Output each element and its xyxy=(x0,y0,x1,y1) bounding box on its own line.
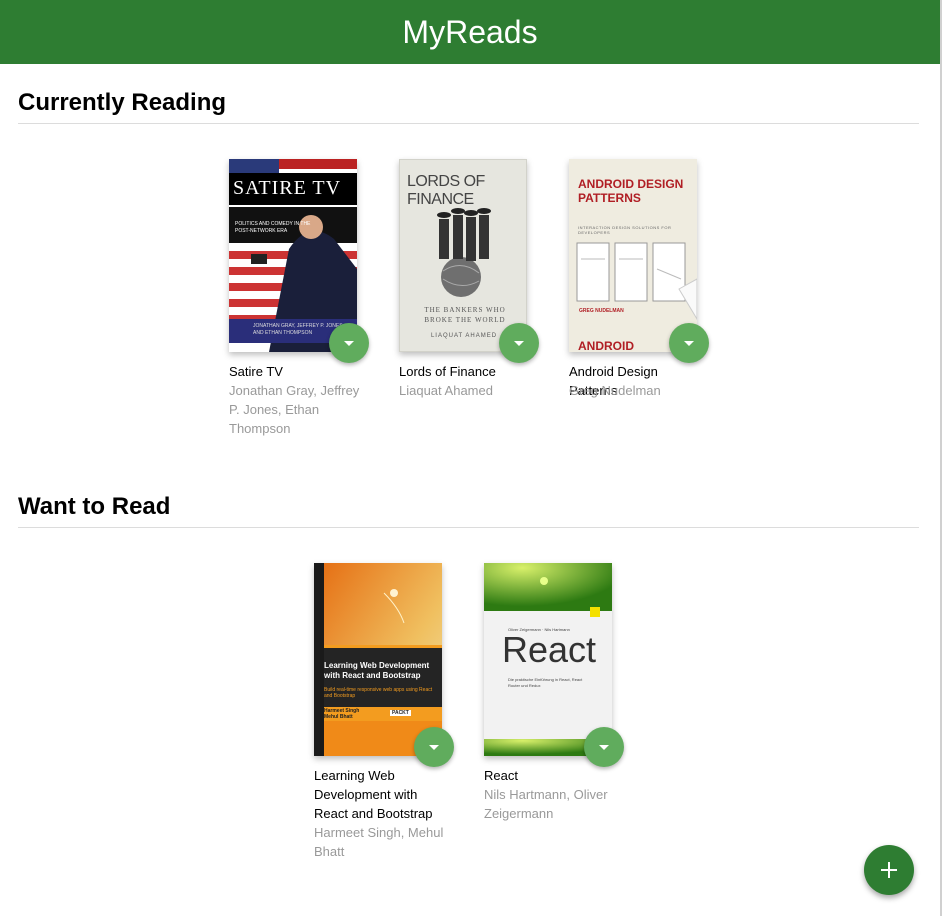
cover-title: LORDS OF FINANCE xyxy=(407,173,485,208)
app-title: MyReads xyxy=(402,13,538,50)
book-cover[interactable]: LORDS OF FINANCE THE BANKERS WHO BROKE T… xyxy=(399,159,527,352)
shelf-title-currently-reading: Currently Reading xyxy=(18,89,919,124)
book-cover[interactable]: Oliver Zeigermann · Nils Hartmann React … xyxy=(484,563,612,756)
cover-title: ANDROID DESIGN PATTERNS xyxy=(578,177,684,205)
book-authors: Greg Nudelman xyxy=(569,383,661,398)
book-authors: Harmeet Singh, Mehul Bhatt xyxy=(314,825,444,859)
cover-subtitle: Build real-time responsive web apps usin… xyxy=(324,687,433,699)
book-authors: Jonathan Gray, Jeffrey P. Jones, Ethan T… xyxy=(229,383,360,436)
book-cover[interactable]: SATIRE TV POLITICS AND COMEDY IN THE POS… xyxy=(229,159,357,352)
cover-credit: Harmeet Singh Mehul Bhatt xyxy=(324,708,360,720)
shelf-changer-button[interactable] xyxy=(669,323,709,363)
triangle-down-icon xyxy=(429,744,439,750)
book-cover[interactable]: ANDROID DESIGN PATTERNS INTERACTION DESI… xyxy=(569,159,697,352)
book-authors: Liaquat Ahamed xyxy=(399,383,493,398)
cover-credit: GREG NUDELMAN xyxy=(579,308,624,314)
cover-subtitle: Die praktische Einführung in React, Reac… xyxy=(508,677,583,688)
shelf-changer-button[interactable] xyxy=(414,727,454,767)
shelf-changer-button[interactable] xyxy=(329,323,369,363)
cover-subtitle: INTERACTION DESIGN SOLUTIONS FOR DEVELOP… xyxy=(578,225,672,235)
shelf-changer-button[interactable] xyxy=(584,727,624,767)
cover-footer: ANDROID xyxy=(578,339,634,352)
cover-title: React xyxy=(502,629,597,670)
book-title: React xyxy=(484,768,518,783)
book-title: Satire TV xyxy=(229,364,283,379)
cover-subtitle: POLITICS AND COMEDY IN THE POST-NETWORK … xyxy=(235,221,311,234)
book-title: Lords of Finance xyxy=(399,364,496,379)
book-authors: Nils Hartmann, Oliver Zeigermann xyxy=(484,787,608,821)
book-cover[interactable]: Learning Web Development with React and … xyxy=(314,563,442,756)
shelf-changer-button[interactable] xyxy=(499,323,539,363)
triangle-down-icon xyxy=(344,340,354,346)
shelf-title-want-to-read: Want to Read xyxy=(18,493,919,528)
cover-subtitle: THE BANKERS WHO BROKE THE WORLD xyxy=(424,306,506,324)
triangle-down-icon xyxy=(684,340,694,346)
plus-icon xyxy=(881,862,897,878)
cover-credit: LIAQUAT AHAMED xyxy=(430,333,498,339)
triangle-down-icon xyxy=(514,340,524,346)
triangle-down-icon xyxy=(599,744,609,750)
app-header: MyReads xyxy=(0,0,940,64)
cover-title: Learning Web Development with React and … xyxy=(324,661,430,680)
add-book-button[interactable] xyxy=(864,845,914,895)
book-title: Learning Web Development with React and … xyxy=(314,768,433,821)
publisher-logo: PACKT xyxy=(390,710,411,716)
cover-title: SATIRE TV xyxy=(233,177,342,199)
